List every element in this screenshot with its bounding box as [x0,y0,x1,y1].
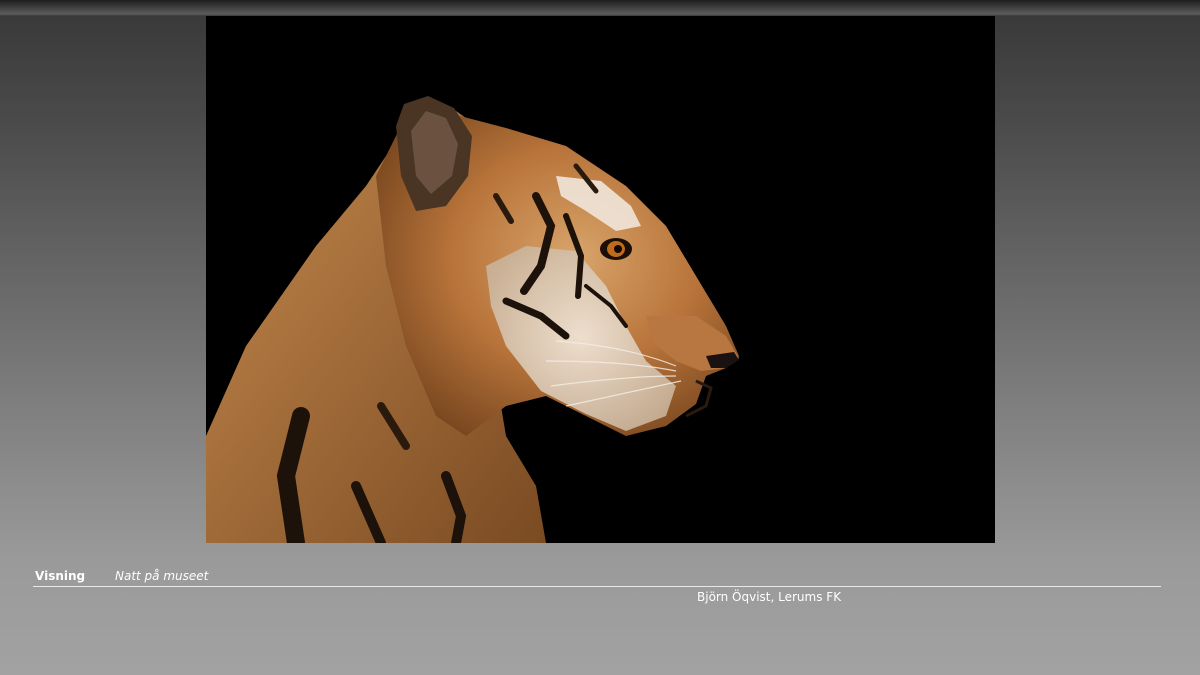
caption-author: Björn Öqvist, Lerums FK [697,590,842,604]
tiger-photo-image [206,16,995,543]
caption-title: Natt på museet [115,569,209,583]
caption-divider [33,586,1161,587]
top-strip [0,0,1200,14]
caption-category: Visning [35,569,86,583]
slide-photo [206,16,995,543]
